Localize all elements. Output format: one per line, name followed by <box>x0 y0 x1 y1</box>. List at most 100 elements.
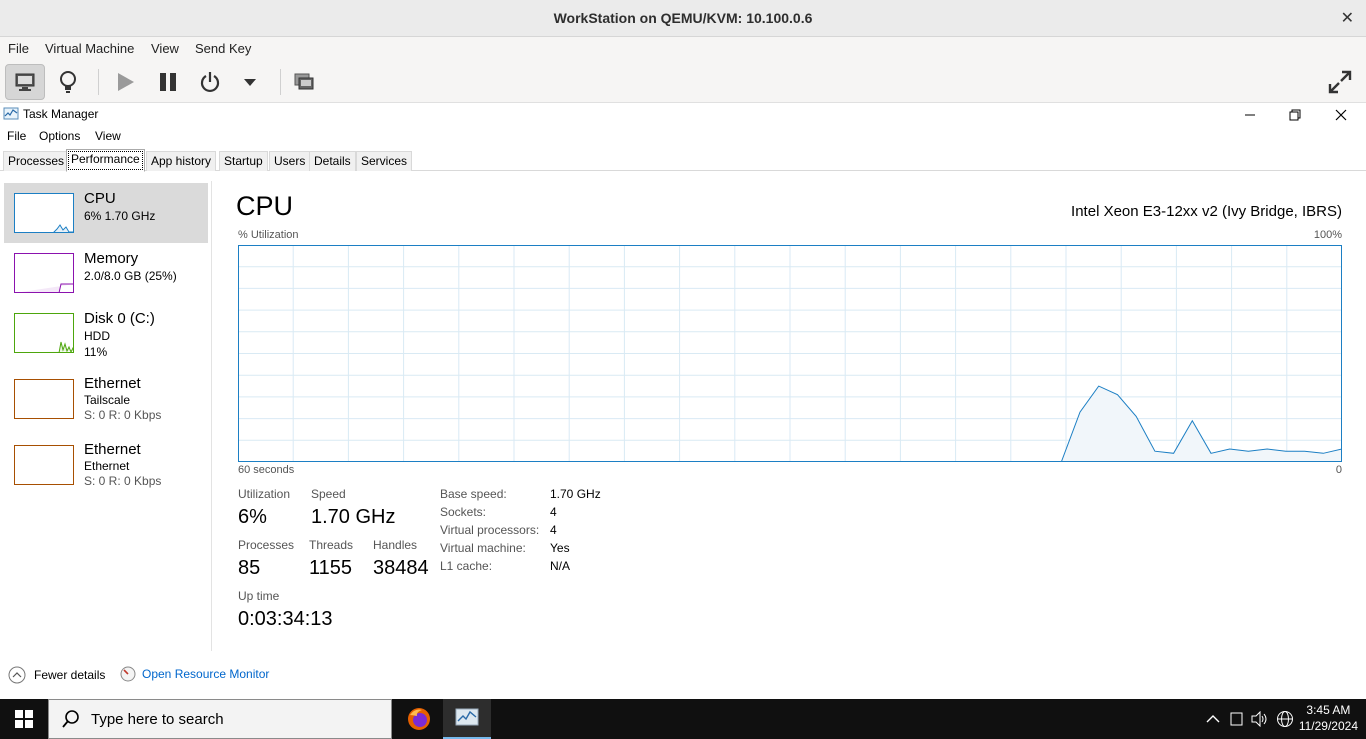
resource-summary: S: 0 R: 0 Kbps <box>84 408 162 422</box>
vm-window-title: WorkStation on QEMU/KVM: 10.100.0.6 <box>553 10 813 26</box>
run-button[interactable] <box>105 64 145 100</box>
resource-name: CPU <box>84 190 116 207</box>
restore-button[interactable] <box>1272 103 1317 126</box>
clock-date: 11/29/2024 <box>1298 719 1358 733</box>
minimize-icon <box>1244 114 1255 115</box>
utilization-label: Utilization <box>238 487 291 501</box>
resource-ethernet-tailscale[interactable]: Ethernet Tailscale S: 0 R: 0 Kbps <box>4 369 208 429</box>
taskbar: Type here to search 3:45 AM 11/29/2024 <box>0 699 1366 739</box>
details-view-button[interactable] <box>48 64 88 100</box>
utilization-axis-label: % Utilization <box>238 229 299 241</box>
threads-label: Threads <box>309 538 354 552</box>
network-button[interactable] <box>1275 709 1295 729</box>
cpu-model-name: Intel Xeon E3-12xx v2 (Ivy Bridge, IBRS) <box>1071 203 1342 220</box>
vm-menu-view[interactable]: View <box>151 41 179 56</box>
cpu-thumbnail-graph <box>14 193 74 233</box>
pause-button[interactable] <box>148 64 188 100</box>
play-icon <box>118 73 134 91</box>
resource-cpu[interactable]: CPU 6% 1.70 GHz <box>4 183 208 243</box>
sockets-label: Sockets: <box>440 505 487 519</box>
vm-menu-virtual-machine[interactable]: Virtual Machine <box>45 41 134 56</box>
resource-disk[interactable]: Disk 0 (C:) HDD 11% <box>4 303 208 363</box>
resource-adapter: Tailscale <box>84 393 131 407</box>
tab-app-history[interactable]: App history <box>146 151 217 171</box>
vm-title-bar: WorkStation on QEMU/KVM: 10.100.0.6 ✕ <box>0 0 1366 37</box>
tab-processes[interactable]: Processes <box>3 151 70 171</box>
task-manager-title: Task Manager <box>23 107 99 121</box>
base-speed-value: 1.70 GHz <box>550 487 601 501</box>
vm-toolbar <box>0 61 1366 103</box>
tab-performance[interactable]: Performance <box>66 149 145 172</box>
volume-button[interactable] <box>1250 709 1270 729</box>
pause-icon <box>160 73 176 91</box>
task-manager-window: Task Manager File Options View Processes… <box>0 103 1366 699</box>
taskbar-clock[interactable]: 3:45 AM 11/29/2024 <box>1299 702 1358 734</box>
task-manager-menu-bar: File Options View <box>0 126 1366 146</box>
close-icon <box>1335 109 1346 120</box>
tab-details[interactable]: Details <box>309 151 356 171</box>
taskbar-task-manager[interactable] <box>443 699 491 739</box>
vm-menu-send-key[interactable]: Send Key <box>195 41 251 56</box>
resource-summary: 2.0/8.0 GB (25%) <box>84 269 177 283</box>
resource-summary: S: 0 R: 0 Kbps <box>84 474 162 488</box>
threads-value: 1155 <box>309 557 353 579</box>
toolbar-separator <box>98 69 99 95</box>
toolbar-separator <box>280 69 281 95</box>
menu-options[interactable]: Options <box>39 129 80 143</box>
power-menu-dropdown[interactable] <box>230 64 270 100</box>
minimize-button[interactable] <box>1227 103 1272 126</box>
vm-close-button[interactable]: ✕ <box>1341 8 1354 28</box>
resource-summary: 11% <box>84 345 108 359</box>
open-resource-monitor-link[interactable]: Open Resource Monitor <box>120 666 269 682</box>
uptime-label: Up time <box>238 589 280 603</box>
processes-label: Processes <box>238 538 295 552</box>
search-icon <box>62 710 79 728</box>
snapshots-button[interactable] <box>284 64 324 100</box>
fullscreen-icon <box>1328 70 1352 94</box>
taskbar-firefox[interactable] <box>395 699 443 739</box>
task-manager-footer: Fewer details Open Resource Monitor <box>0 663 1366 687</box>
clock-time: 3:45 AM <box>1306 703 1351 717</box>
console-view-button[interactable] <box>5 64 45 100</box>
virtual-processors-label: Virtual processors: <box>440 523 540 537</box>
task-manager-title-bar: Task Manager <box>0 103 1366 126</box>
task-manager-app-icon <box>3 107 19 120</box>
windows-logo-icon <box>15 710 33 728</box>
resource-ethernet[interactable]: Ethernet Ethernet S: 0 R: 0 Kbps <box>4 435 208 495</box>
tray-app-button[interactable] <box>1227 709 1247 729</box>
resource-summary: 6% 1.70 GHz <box>84 209 156 223</box>
menu-view[interactable]: View <box>95 129 121 143</box>
chevron-down-icon <box>244 79 256 86</box>
tray-window-icon <box>1230 712 1243 726</box>
cpu-heading: CPU <box>236 191 294 221</box>
vm-menu-bar: File Virtual Machine View Send Key <box>0 37 1366 61</box>
start-button[interactable] <box>0 699 48 739</box>
tab-services[interactable]: Services <box>356 151 413 171</box>
chevron-up-icon <box>8 666 26 684</box>
taskbar-search-box[interactable]: Type here to search <box>48 699 392 739</box>
show-hidden-icons-button[interactable] <box>1203 709 1223 729</box>
menu-file[interactable]: File <box>7 129 26 143</box>
open-resource-monitor-label: Open Resource Monitor <box>142 667 270 681</box>
tab-startup[interactable]: Startup <box>219 151 268 171</box>
vm-menu-file[interactable]: File <box>8 41 29 56</box>
resource-list: CPU 6% 1.70 GHz Memory 2.0/8.0 GB (25%) … <box>0 181 212 651</box>
resource-monitor-icon <box>120 666 136 682</box>
fullscreen-button[interactable] <box>1320 64 1360 100</box>
close-button[interactable] <box>1318 103 1363 126</box>
tab-users[interactable]: Users <box>269 151 311 171</box>
processes-value: 85 <box>238 557 261 579</box>
resource-type: HDD <box>84 329 110 343</box>
firefox-icon <box>408 708 430 730</box>
ethernet-thumbnail-graph <box>14 379 74 419</box>
snapshot-icon <box>294 73 314 90</box>
speaker-icon <box>1251 711 1267 727</box>
sockets-value: 4 <box>550 505 557 519</box>
power-button[interactable] <box>190 64 230 100</box>
resource-name: Memory <box>84 250 139 267</box>
fewer-details-button[interactable]: Fewer details <box>8 666 105 684</box>
graph-grid <box>238 245 1342 462</box>
resource-name: Ethernet <box>84 441 141 458</box>
resource-memory[interactable]: Memory 2.0/8.0 GB (25%) <box>4 243 208 303</box>
graph-time-zero-label: 0 <box>1335 464 1342 476</box>
